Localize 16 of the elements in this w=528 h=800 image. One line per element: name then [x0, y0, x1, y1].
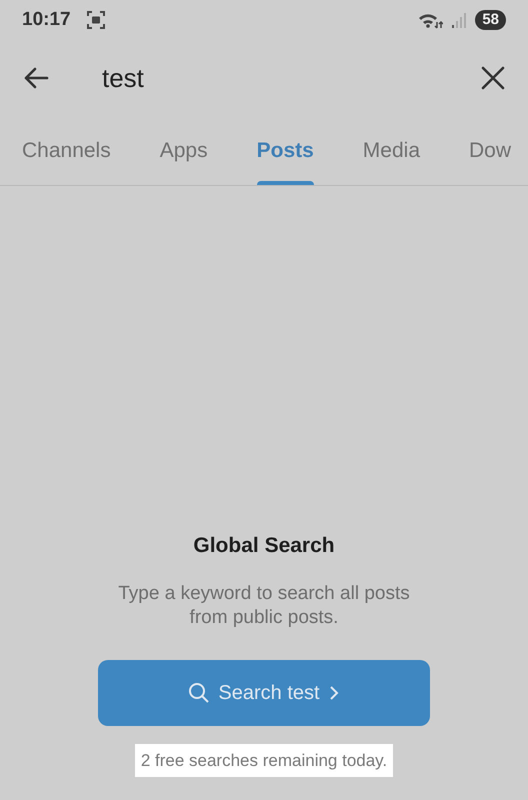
signal-icon [451, 11, 468, 29]
tab[interactable]: Channels [22, 116, 111, 185]
tab[interactable]: Apps [160, 116, 208, 185]
clock-time: 10:17 [22, 8, 71, 32]
tab[interactable]: Media [362, 116, 420, 185]
search-field[interactable]: test [102, 58, 476, 98]
tab[interactable]: Dow [469, 116, 512, 185]
screenshot-icon [86, 11, 105, 29]
empty-state-description: Type a keyword to search all posts from public posts. [117, 582, 411, 630]
search-button[interactable]: Search test [98, 660, 430, 726]
search-icon [188, 682, 210, 704]
empty-state-title: Global Search [193, 533, 335, 559]
tab[interactable]: Posts [256, 116, 314, 185]
chevron-right-icon [328, 684, 340, 702]
battery-level: 58 [475, 10, 506, 30]
remaining-searches-note: 2 free searches remaining today. [134, 744, 394, 777]
